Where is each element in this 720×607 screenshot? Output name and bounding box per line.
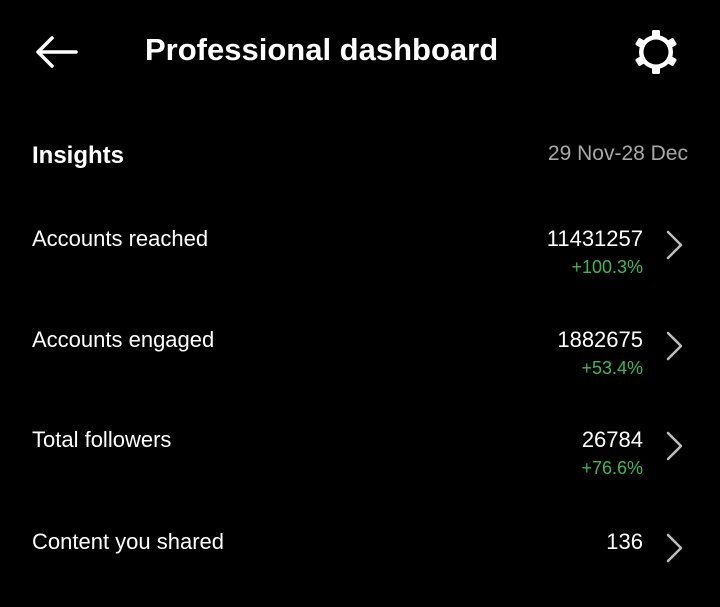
- chevron-right-icon: [666, 533, 683, 563]
- chevron-right-icon: [666, 331, 683, 361]
- content-shared-row[interactable]: Content you shared 136: [0, 527, 720, 607]
- metric-label: Accounts engaged: [32, 327, 215, 352]
- metric-values: 26784 +76.6%: [581, 425, 643, 481]
- gear-icon: [635, 30, 677, 74]
- metric-change: +76.6%: [581, 458, 643, 478]
- page-title: Professional dashboard: [145, 32, 499, 67]
- chevron-right-icon: [666, 431, 683, 461]
- metric-value: 1882675: [557, 327, 643, 352]
- metric-value: 136: [606, 529, 643, 554]
- insights-title: Insights: [32, 142, 125, 169]
- metric-values: 11431257 +100.3%: [547, 224, 643, 280]
- metric-value: 11431257: [546, 226, 643, 251]
- settings-button[interactable]: [628, 24, 684, 80]
- total-followers-row[interactable]: Total followers 26784 +76.6%: [0, 425, 720, 505]
- accounts-reached-row[interactable]: Accounts reached 11431257 +100.3%: [0, 224, 720, 304]
- accounts-engaged-row[interactable]: Accounts engaged 1882675 +53.4%: [0, 325, 720, 405]
- chevron-right-icon: [666, 230, 683, 260]
- metric-values: 1882675 +53.4%: [557, 325, 643, 381]
- top-bar: Professional dashboard: [0, 0, 720, 100]
- metric-value: 26784: [581, 427, 643, 452]
- back-button[interactable]: [28, 28, 84, 76]
- insights-header: Insights 29 Nov-28 Dec: [0, 130, 720, 180]
- metric-change: +53.4%: [581, 358, 643, 378]
- metric-label: Accounts reached: [32, 226, 209, 251]
- metric-label: Content you shared: [32, 529, 225, 554]
- date-range[interactable]: 29 Nov-28 Dec: [548, 140, 688, 168]
- arrow-left-icon: [36, 36, 78, 68]
- metric-label: Total followers: [32, 427, 172, 452]
- metric-change: +100.3%: [571, 257, 643, 277]
- metric-values: 136: [606, 527, 643, 557]
